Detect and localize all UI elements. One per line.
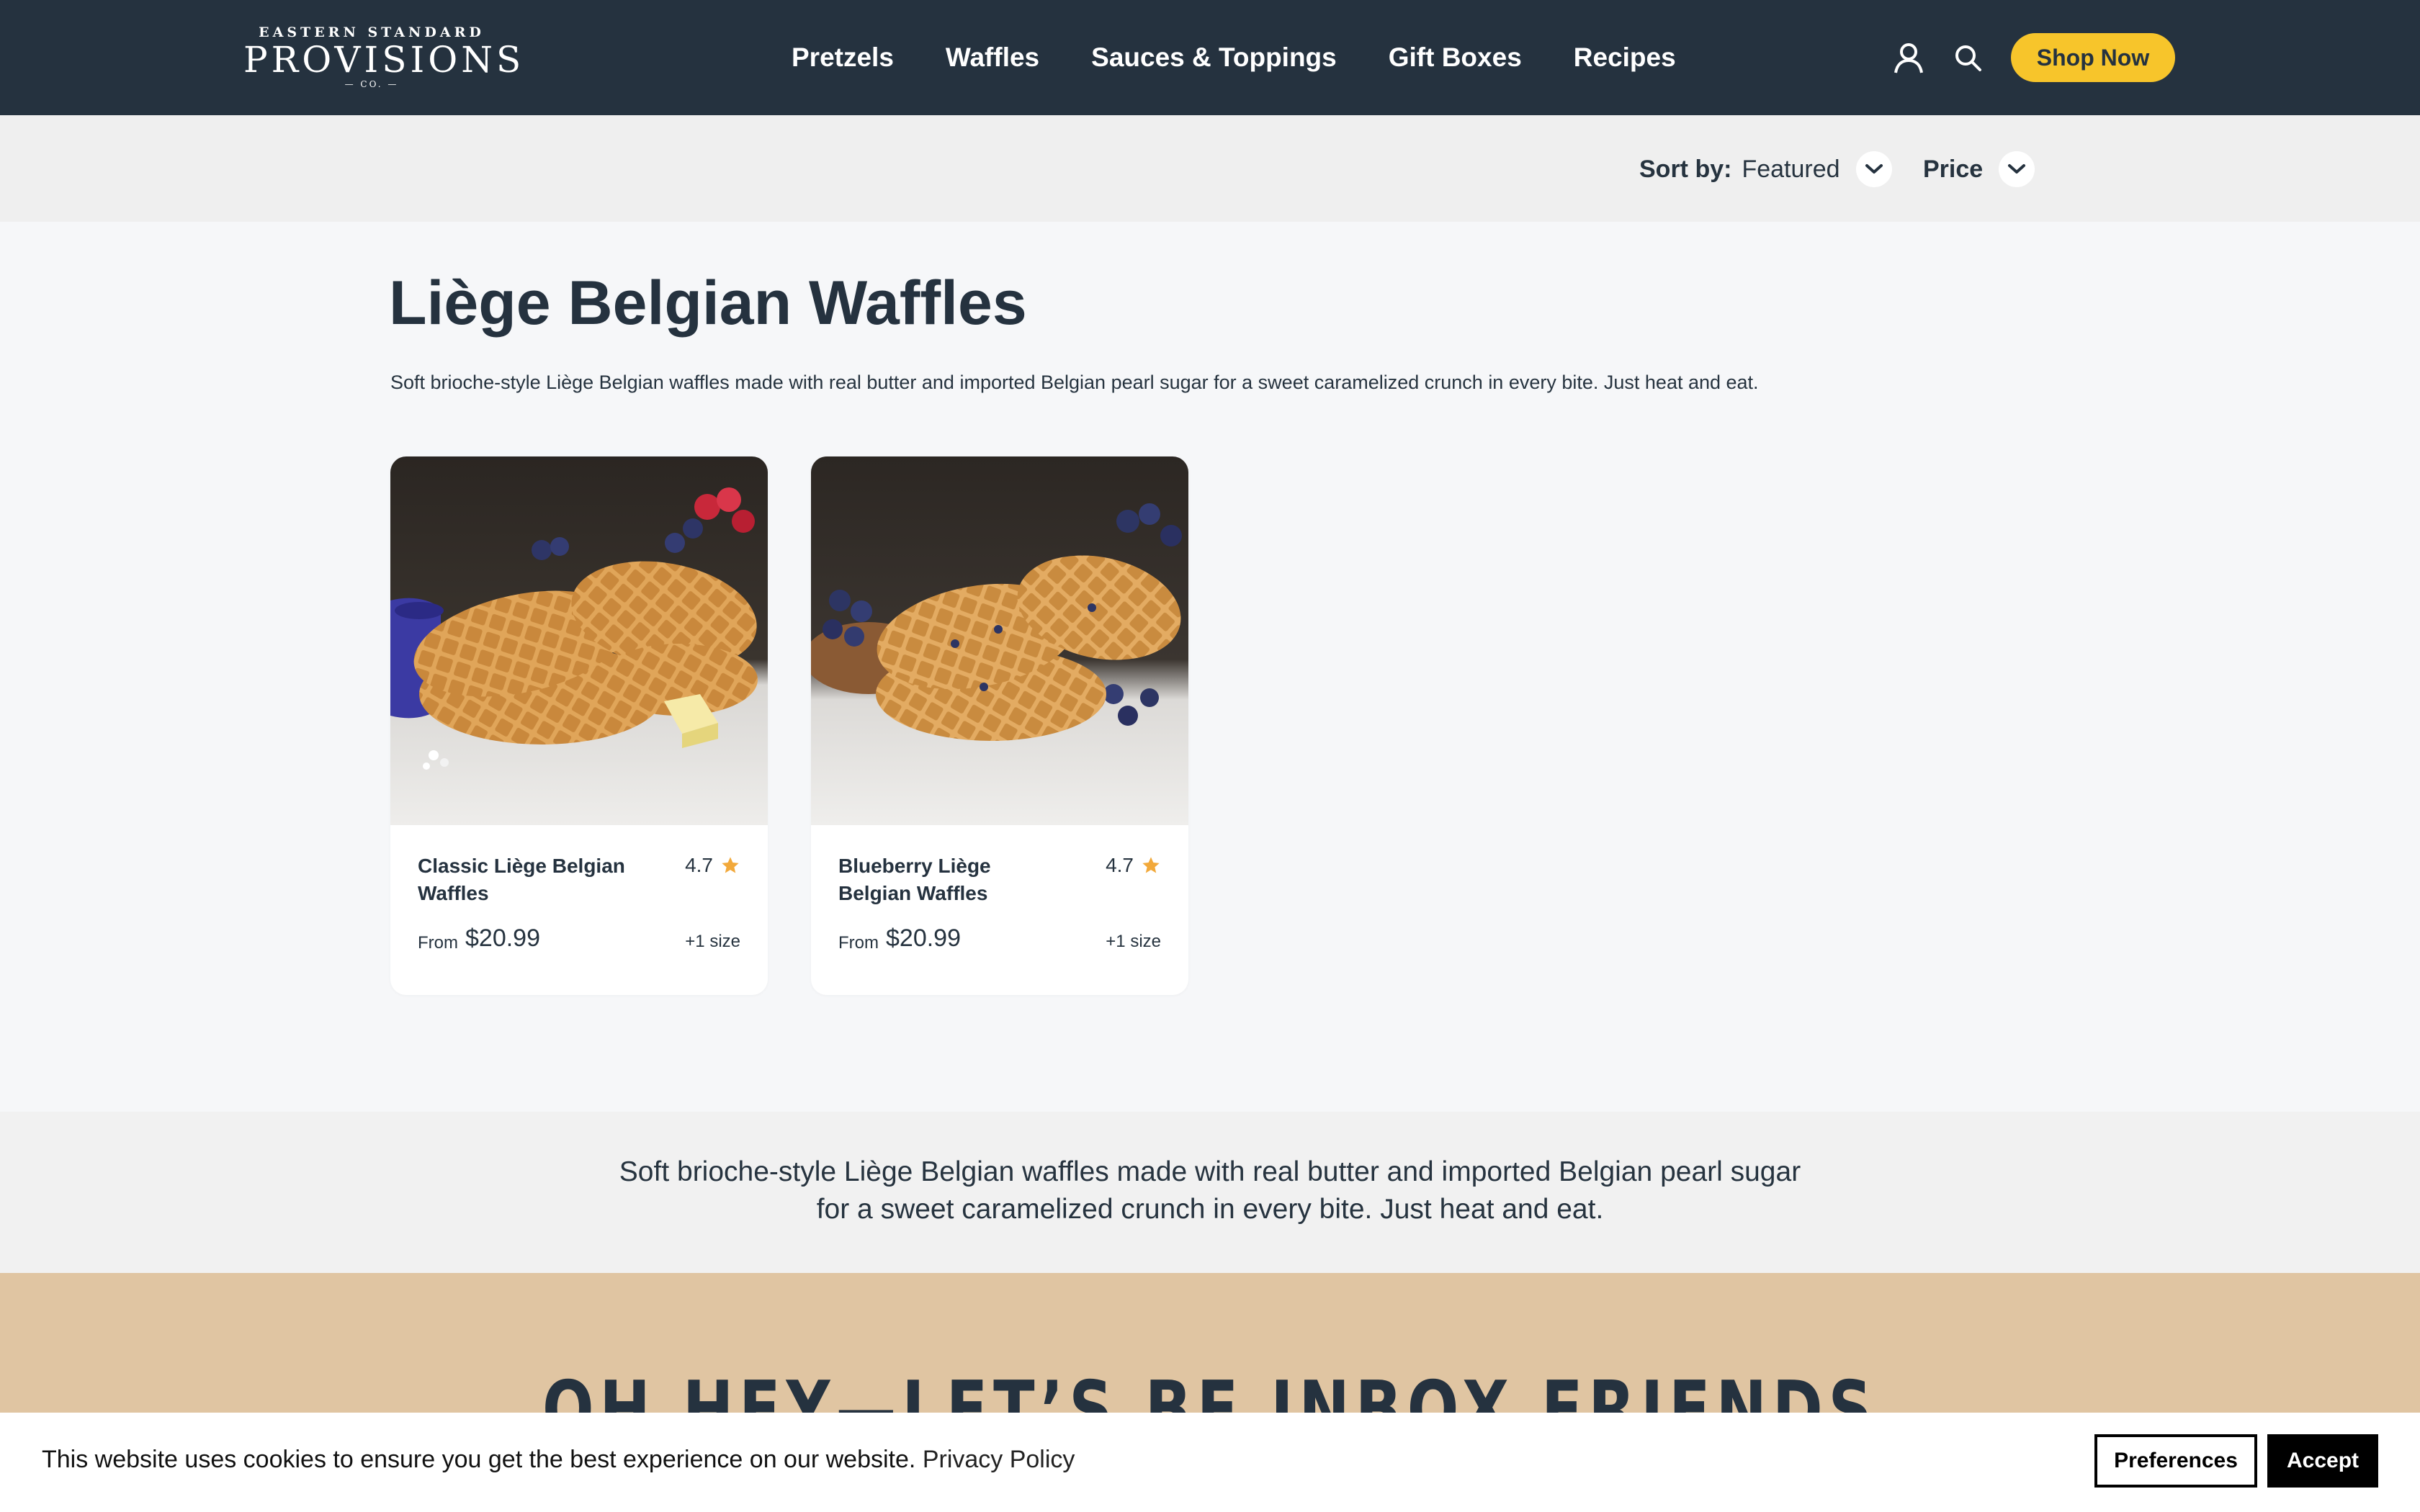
user-icon[interactable] [1888, 37, 1929, 78]
sort-dropdown[interactable]: Sort by: Featured [1639, 151, 1892, 187]
main-nav: Pretzels Waffles Sauces & Toppings Gift … [792, 37, 1676, 78]
collection-description: Soft brioche-style Liège Belgian waffles… [390, 372, 1759, 393]
shop-now-button[interactable]: Shop Now [2011, 33, 2175, 82]
product-rating: 4.7 [685, 854, 740, 877]
cookie-preferences-button[interactable]: Preferences [2094, 1434, 2257, 1488]
chevron-down-icon [1855, 151, 1892, 187]
cookie-consent-bar: This website uses cookies to ensure you … [0, 1413, 2420, 1512]
size-count: +1 size [1106, 932, 1161, 951]
product-price: $20.99 [465, 924, 540, 952]
sort-value: Featured [1742, 155, 1840, 183]
site-header: EASTERN STANDARD PROVISIONS — CO. — Pret… [0, 0, 2420, 115]
product-image-classic-waffles[interactable] [390, 456, 768, 825]
product-rating: 4.7 [1106, 854, 1161, 877]
page-title: Liège Belgian Waffles [389, 269, 1027, 338]
sort-label: Sort by: [1639, 155, 1732, 183]
cookie-text: This website uses cookies to ensure you … [42, 1446, 916, 1473]
product-card-classic[interactable]: Classic Liège Belgian Waffles 4.7 From $… [390, 456, 768, 995]
logo-main-text: PROVISIONS [243, 39, 525, 81]
chevron-down-icon [1999, 151, 2035, 187]
footer-description-line-1: Soft brioche-style Liège Belgian waffles… [619, 1156, 1801, 1187]
price-from-label: From [838, 933, 879, 953]
product-name[interactable]: Classic Liège Belgian Waffles [418, 852, 634, 907]
price-filter-dropdown[interactable]: Price [1923, 151, 2035, 187]
sort-filter-bar: Sort by: Featured Price [0, 115, 2420, 222]
nav-item-gift-boxes[interactable]: Gift Boxes [1389, 42, 1522, 73]
brand-logo[interactable]: EASTERN STANDARD PROVISIONS — CO. — [243, 24, 525, 91]
collection-footer-description: Soft brioche-style Liège Belgian waffles… [0, 1112, 2420, 1273]
nav-item-waffles[interactable]: Waffles [946, 42, 1039, 73]
logo-top-text: EASTERN STANDARD [259, 24, 485, 40]
rating-value: 4.7 [685, 854, 713, 876]
nav-item-pretzels[interactable]: Pretzels [792, 42, 894, 73]
footer-description-text: Soft brioche-style Liège Belgian waffles… [0, 1153, 2420, 1228]
product-image-blueberry-waffles[interactable] [811, 456, 1188, 825]
footer-description-line-2: for a sweet caramelized crunch in every … [816, 1194, 1604, 1225]
price-filter-label: Price [1923, 155, 1984, 183]
size-count: +1 size [685, 932, 740, 951]
star-icon [722, 857, 739, 873]
product-card-blueberry[interactable]: Blueberry Liège Belgian Waffles 4.7 From… [811, 456, 1188, 995]
privacy-policy-link[interactable]: Privacy Policy [923, 1446, 1075, 1473]
product-name[interactable]: Blueberry Liège Belgian Waffles [838, 852, 1054, 907]
price-from-label: From [418, 933, 458, 953]
cookie-message: This website uses cookies to ensure you … [42, 1446, 1075, 1474]
rating-value: 4.7 [1106, 854, 1134, 876]
product-price: $20.99 [886, 924, 961, 952]
logo-co-text: — CO. — [344, 79, 399, 89]
cookie-accept-button[interactable]: Accept [2267, 1434, 2378, 1488]
search-icon[interactable] [1948, 37, 1988, 78]
star-icon [1142, 857, 1160, 873]
nav-item-recipes[interactable]: Recipes [1574, 42, 1676, 73]
nav-item-sauces-toppings[interactable]: Sauces & Toppings [1091, 42, 1337, 73]
